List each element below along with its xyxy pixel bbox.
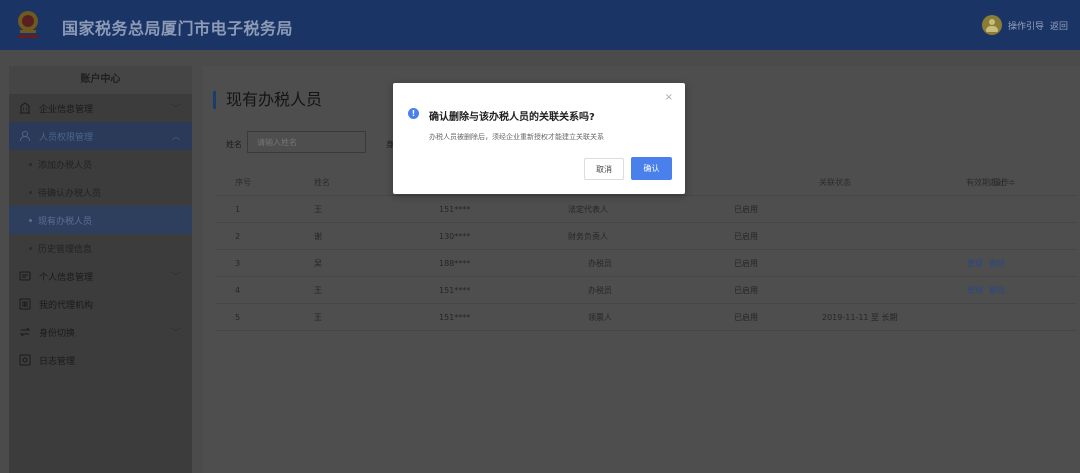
manage-link[interactable]: 管理 — [967, 286, 983, 295]
sidebar-subitem-current-taxpayer[interactable]: 现有办税人员 — [9, 206, 192, 234]
tax-emblem-icon — [18, 11, 38, 38]
cell-status: 已启用 — [734, 205, 758, 214]
sidebar-subitem-label: 历史管理信息 — [38, 244, 93, 255]
column-header: 序号 — [235, 178, 251, 187]
cell-no: 5 — [235, 313, 241, 322]
sidebar-subitem-history[interactable]: 历史管理信息 — [9, 234, 192, 262]
app-title: 国家税务总局厦门市电子税务局 — [62, 19, 294, 38]
guide-link[interactable]: 操作引导 — [1008, 19, 1044, 32]
dialog-description: 办税人员被删除后，须经企业重新授权才能建立关联关系 — [429, 133, 604, 141]
sidebar-item-label: 日志管理 — [39, 356, 76, 367]
chevron-down-icon: ﹀ — [172, 328, 180, 337]
dialog-title: 确认删除与该办税人员的关联关系吗? — [429, 112, 595, 123]
cell-name: 谢 — [314, 232, 322, 241]
cell-role: 领票人 — [588, 313, 612, 322]
switch-icon — [19, 327, 31, 337]
agency-icon — [19, 298, 31, 310]
sidebar-subitem-label: 添加办税人员 — [38, 160, 93, 171]
bullet-dot-icon — [29, 162, 32, 166]
cell-name: 王 — [314, 205, 322, 214]
cell-no: 1 — [235, 205, 241, 214]
cancel-button[interactable]: 取消 — [584, 158, 624, 180]
cell-name: 王 — [314, 286, 322, 295]
cell-id: 188**** — [439, 259, 471, 268]
sidebar-title: 账户中心 — [9, 66, 192, 94]
bullet-dot-icon — [29, 218, 32, 222]
cell-role: 办税员 — [588, 286, 612, 295]
table-row: 5 王 151**** 领票人 已启用 2019-11-11 至 长期 — [215, 304, 1077, 331]
sidebar-item-label: 企业信息管理 — [39, 104, 94, 115]
cell-status: 已启用 — [734, 259, 758, 268]
column-header: 关联状态 — [819, 178, 851, 187]
sidebar-item-label: 人员权限管理 — [39, 132, 94, 143]
cell-role: 财务负责人 — [568, 232, 608, 241]
chevron-down-icon: ﹀ — [172, 272, 180, 281]
bullet-dot-icon — [29, 246, 32, 250]
sidebar-item-personnel-permission[interactable]: 人员权限管理 ︿ — [9, 122, 192, 150]
column-header: 姓名 — [314, 178, 330, 187]
cell-no: 2 — [235, 232, 241, 241]
id-card-icon — [19, 271, 31, 281]
sidebar: 账户中心 企业信息管理 ﹀ 人员权限管理 ︿ 添加办税人员 待确认办税人员 现有… — [9, 66, 192, 473]
cell-name: 吴 — [314, 259, 322, 268]
cell-no: 3 — [235, 259, 241, 268]
sidebar-subitem-label: 现有办税人员 — [38, 216, 93, 227]
cell-id: 151**** — [439, 205, 471, 214]
name-filter-input[interactable] — [247, 131, 366, 153]
cell-period: 2019-11-11 至 长期 — [822, 313, 898, 322]
confirm-button[interactable]: 确认 — [631, 157, 672, 180]
sidebar-item-enterprise-info[interactable]: 企业信息管理 ﹀ — [9, 94, 192, 122]
sidebar-subitem-label: 待确认办税人员 — [38, 188, 102, 199]
table-row: 3 吴 188**** 办税员 已启用 管理 删除 — [215, 250, 1077, 277]
cell-id: 151**** — [439, 286, 471, 295]
sidebar-item-label: 个人信息管理 — [39, 272, 94, 283]
confirm-delete-dialog: × ! 确认删除与该办税人员的关联关系吗? 办税人员被删除后，须经企业重新授权才… — [393, 83, 685, 194]
sidebar-subitem-pending-taxpayer[interactable]: 待确认办税人员 — [9, 178, 192, 206]
bullet-dot-icon — [29, 190, 32, 194]
delete-link[interactable]: 删除 — [989, 286, 1005, 295]
cell-id: 130**** — [439, 232, 471, 241]
cell-status: 已启用 — [734, 286, 758, 295]
column-header: 操作 — [993, 178, 1009, 187]
sidebar-subitem-add-taxpayer[interactable]: 添加办税人员 — [9, 150, 192, 178]
back-link[interactable]: 返回 — [1050, 19, 1068, 32]
sidebar-item-log[interactable]: 日志管理 — [9, 346, 192, 374]
building-icon — [20, 102, 30, 114]
delete-link[interactable]: 删除 — [989, 259, 1005, 268]
chevron-up-icon: ︿ — [172, 132, 180, 141]
user-avatar-icon[interactable] — [981, 15, 1002, 35]
log-icon — [19, 354, 31, 366]
table-row: 4 王 151**** 办税员 已启用 管理 删除 — [215, 277, 1077, 304]
cell-status: 已启用 — [734, 232, 758, 241]
cell-status: 已启用 — [734, 313, 758, 322]
table-row: 2 谢 130**** 财务负责人 已启用 — [215, 223, 1077, 250]
page-title: 现有办税人员 — [213, 91, 322, 109]
sidebar-item-agency[interactable]: 我的代理机构 — [9, 290, 192, 318]
close-icon[interactable]: × — [665, 92, 673, 103]
cell-role: 办税员 — [588, 259, 612, 268]
sidebar-item-label: 身份切换 — [39, 328, 76, 339]
cell-role: 法定代表人 — [568, 205, 608, 214]
cell-id: 151**** — [439, 313, 471, 322]
user-area: 操作引导 返回 — [981, 15, 1068, 35]
table-row: 1 王 151**** 法定代表人 已启用 — [215, 196, 1077, 223]
sidebar-item-label: 我的代理机构 — [39, 300, 94, 311]
top-header: 国家税务总局厦门市电子税务局 操作引导 返回 — [0, 0, 1080, 50]
cell-name: 王 — [314, 313, 322, 322]
chevron-down-icon: ﹀ — [172, 104, 180, 113]
cell-no: 4 — [235, 286, 241, 295]
sidebar-item-personal-info[interactable]: 个人信息管理 ﹀ — [9, 262, 192, 290]
alert-icon: ! — [408, 108, 419, 119]
user-permission-icon — [20, 131, 30, 142]
taxpayer-table: 序号 姓名 关联状态 有效期起止 ≑ 操作 1 王 151**** 法定代表人 … — [215, 170, 1077, 331]
name-filter-label: 姓名 — [226, 140, 242, 149]
manage-link[interactable]: 管理 — [967, 259, 983, 268]
sidebar-item-identity-switch[interactable]: 身份切换 ﹀ — [9, 318, 192, 346]
